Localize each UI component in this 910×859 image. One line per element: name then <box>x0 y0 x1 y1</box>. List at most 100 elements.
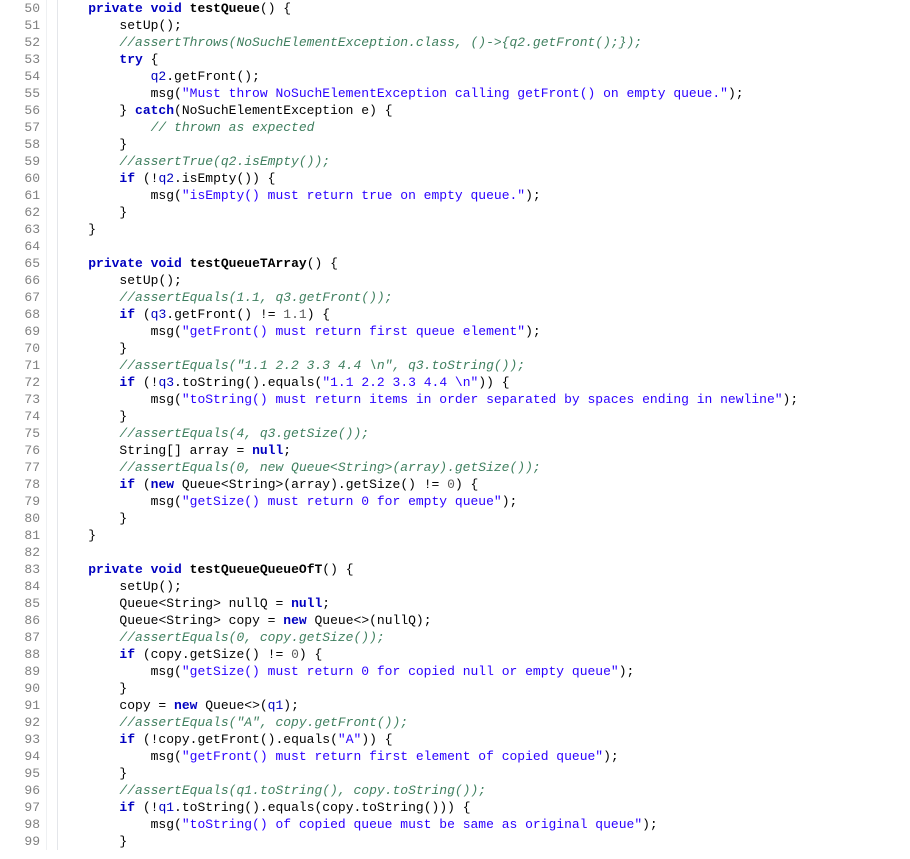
code-content[interactable]: String[] array = null; <box>47 442 910 459</box>
code-content[interactable]: msg("getFront() must return first queue … <box>47 323 910 340</box>
code-content[interactable]: if (q3.getFront() != 1.1) { <box>47 306 910 323</box>
code-content[interactable]: setUp(); <box>47 272 910 289</box>
code-line[interactable]: 79 msg("getSize() must return 0 for empt… <box>0 493 910 510</box>
code-editor[interactable]: 50 private void testQueue() {51 setUp();… <box>0 0 910 850</box>
code-line[interactable]: 76 String[] array = null; <box>0 442 910 459</box>
code-line[interactable]: 73 msg("toString() must return items in … <box>0 391 910 408</box>
code-content[interactable]: msg("isEmpty() must return true on empty… <box>47 187 910 204</box>
code-line[interactable]: 66 setUp(); <box>0 272 910 289</box>
code-line[interactable]: 75 //assertEquals(4, q3.getSize()); <box>0 425 910 442</box>
code-content[interactable]: msg("toString() must return items in ord… <box>47 391 910 408</box>
code-line[interactable]: 78 if (new Queue<String>(array).getSize(… <box>0 476 910 493</box>
code-content[interactable]: // thrown as expected <box>47 119 910 136</box>
code-line[interactable]: 61 msg("isEmpty() must return true on em… <box>0 187 910 204</box>
code-content[interactable]: } catch(NoSuchElementException e) { <box>47 102 910 119</box>
code-line[interactable]: 88 if (copy.getSize() != 0) { <box>0 646 910 663</box>
code-content[interactable]: if (new Queue<String>(array).getSize() !… <box>47 476 910 493</box>
code-line[interactable]: 57 // thrown as expected <box>0 119 910 136</box>
code-content[interactable]: if (!q2.isEmpty()) { <box>47 170 910 187</box>
code-line[interactable]: 98 msg("toString() of copied queue must … <box>0 816 910 833</box>
code-line[interactable]: 51 setUp(); <box>0 17 910 34</box>
code-line[interactable]: 87 //assertEquals(0, copy.getSize()); <box>0 629 910 646</box>
code-line[interactable]: 91 copy = new Queue<>(q1); <box>0 697 910 714</box>
code-content[interactable]: } <box>47 408 910 425</box>
code-content[interactable]: Queue<String> copy = new Queue<>(nullQ); <box>47 612 910 629</box>
code-line[interactable]: 77 //assertEquals(0, new Queue<String>(a… <box>0 459 910 476</box>
code-content[interactable]: copy = new Queue<>(q1); <box>47 697 910 714</box>
code-content[interactable]: //assertEquals(0, new Queue<String>(arra… <box>47 459 910 476</box>
code-content[interactable]: //assertEquals("A", copy.getFront()); <box>47 714 910 731</box>
code-line[interactable]: 83 private void testQueueQueueOfT() { <box>0 561 910 578</box>
code-content[interactable]: //assertEquals(1.1, q3.getFront()); <box>47 289 910 306</box>
code-content[interactable]: //assertEquals(4, q3.getSize()); <box>47 425 910 442</box>
code-line[interactable]: 65 private void testQueueTArray() { <box>0 255 910 272</box>
code-content[interactable]: setUp(); <box>47 17 910 34</box>
code-line[interactable]: 86 Queue<String> copy = new Queue<>(null… <box>0 612 910 629</box>
code-line[interactable]: 92 //assertEquals("A", copy.getFront()); <box>0 714 910 731</box>
code-line[interactable]: 84 setUp(); <box>0 578 910 595</box>
code-line[interactable]: 62 } <box>0 204 910 221</box>
code-line[interactable]: 68 if (q3.getFront() != 1.1) { <box>0 306 910 323</box>
code-line[interactable]: 72 if (!q3.toString().equals("1.1 2.2 3.… <box>0 374 910 391</box>
code-line[interactable]: 63 } <box>0 221 910 238</box>
code-line[interactable]: 90 } <box>0 680 910 697</box>
code-line[interactable]: 97 if (!q1.toString().equals(copy.toStri… <box>0 799 910 816</box>
code-line[interactable]: 58 } <box>0 136 910 153</box>
code-content[interactable]: setUp(); <box>47 578 910 595</box>
code-content[interactable]: //assertEquals("1.1 2.2 3.3 4.4 \n", q3.… <box>47 357 910 374</box>
code-line[interactable]: 89 msg("getSize() must return 0 for copi… <box>0 663 910 680</box>
code-line[interactable]: 64 <box>0 238 910 255</box>
code-content[interactable]: msg("getSize() must return 0 for empty q… <box>47 493 910 510</box>
code-line[interactable]: 95 } <box>0 765 910 782</box>
code-content[interactable]: } <box>47 204 910 221</box>
code-line[interactable]: 94 msg("getFront() must return first ele… <box>0 748 910 765</box>
code-line[interactable]: 56 } catch(NoSuchElementException e) { <box>0 102 910 119</box>
code-content[interactable]: //assertTrue(q2.isEmpty()); <box>47 153 910 170</box>
code-line[interactable]: 53 try { <box>0 51 910 68</box>
line-number: 68 <box>0 306 47 323</box>
code-content[interactable]: try { <box>47 51 910 68</box>
code-content[interactable]: //assertThrows(NoSuchElementException.cl… <box>47 34 910 51</box>
code-content[interactable]: } <box>47 340 910 357</box>
code-content[interactable]: } <box>47 221 910 238</box>
code-content[interactable]: Queue<String> nullQ = null; <box>47 595 910 612</box>
code-content[interactable]: msg("toString() of copied queue must be … <box>47 816 910 833</box>
code-content[interactable]: //assertEquals(0, copy.getSize()); <box>47 629 910 646</box>
code-content[interactable]: q2.getFront(); <box>47 68 910 85</box>
code-line[interactable]: 85 Queue<String> nullQ = null; <box>0 595 910 612</box>
code-line[interactable]: 96 //assertEquals(q1.toString(), copy.to… <box>0 782 910 799</box>
code-line[interactable]: 80 } <box>0 510 910 527</box>
code-line[interactable]: 67 //assertEquals(1.1, q3.getFront()); <box>0 289 910 306</box>
code-line[interactable]: 74 } <box>0 408 910 425</box>
code-line[interactable]: 59 //assertTrue(q2.isEmpty()); <box>0 153 910 170</box>
code-line[interactable]: 55 msg("Must throw NoSuchElementExceptio… <box>0 85 910 102</box>
code-line[interactable]: 54 q2.getFront(); <box>0 68 910 85</box>
code-line[interactable]: 60 if (!q2.isEmpty()) { <box>0 170 910 187</box>
code-line[interactable]: 71 //assertEquals("1.1 2.2 3.3 4.4 \n", … <box>0 357 910 374</box>
code-content[interactable]: //assertEquals(q1.toString(), copy.toStr… <box>47 782 910 799</box>
code-line[interactable]: 70 } <box>0 340 910 357</box>
code-content[interactable]: } <box>47 765 910 782</box>
code-line[interactable]: 81 } <box>0 527 910 544</box>
code-content[interactable]: if (!copy.getFront().equals("A")) { <box>47 731 910 748</box>
code-content[interactable]: } <box>47 527 910 544</box>
code-content[interactable]: private void testQueueQueueOfT() { <box>47 561 910 578</box>
code-line[interactable]: 69 msg("getFront() must return first que… <box>0 323 910 340</box>
code-content[interactable]: } <box>47 136 910 153</box>
code-line[interactable]: 99 } <box>0 833 910 850</box>
code-content[interactable]: if (!q1.toString().equals(copy.toString(… <box>47 799 910 816</box>
code-content[interactable]: } <box>47 833 910 850</box>
code-content[interactable]: msg("getSize() must return 0 for copied … <box>47 663 910 680</box>
code-content[interactable]: private void testQueue() { <box>47 0 910 17</box>
code-line[interactable]: 82 <box>0 544 910 561</box>
code-content[interactable]: private void testQueueTArray() { <box>47 255 910 272</box>
code-line[interactable]: 52 //assertThrows(NoSuchElementException… <box>0 34 910 51</box>
code-content[interactable]: msg("Must throw NoSuchElementException c… <box>47 85 910 102</box>
code-content[interactable]: if (copy.getSize() != 0) { <box>47 646 910 663</box>
code-content[interactable]: } <box>47 680 910 697</box>
code-content[interactable]: if (!q3.toString().equals("1.1 2.2 3.3 4… <box>47 374 910 391</box>
code-line[interactable]: 93 if (!copy.getFront().equals("A")) { <box>0 731 910 748</box>
code-content[interactable]: msg("getFront() must return first elemen… <box>47 748 910 765</box>
code-line[interactable]: 50 private void testQueue() { <box>0 0 910 17</box>
code-content[interactable]: } <box>47 510 910 527</box>
